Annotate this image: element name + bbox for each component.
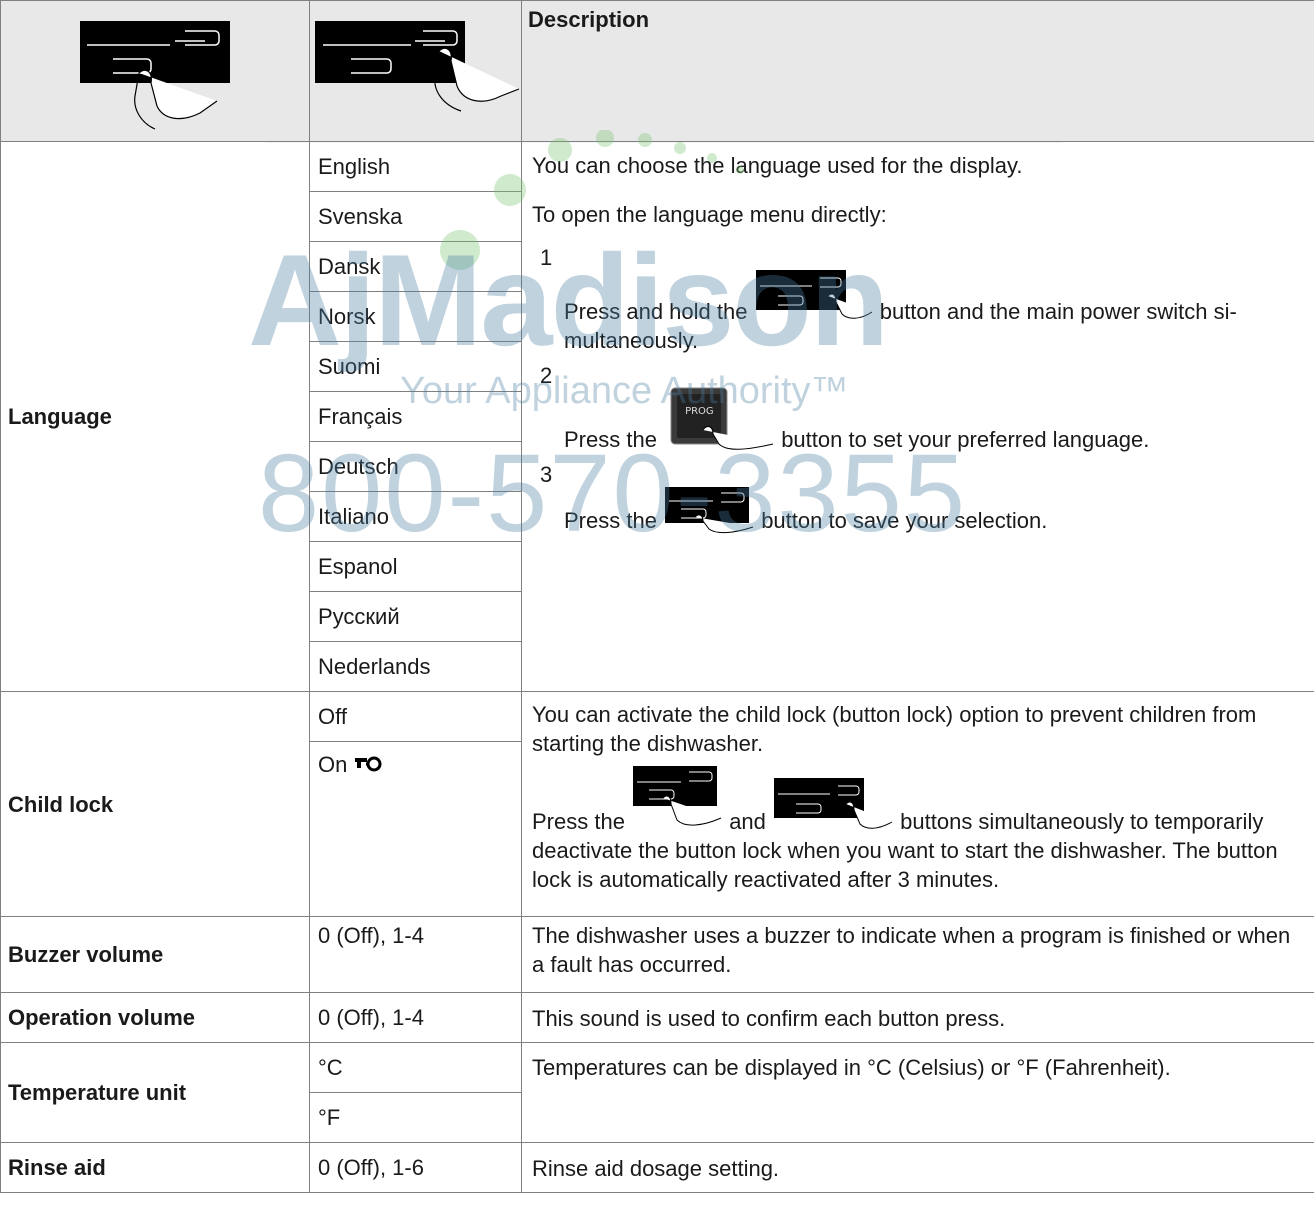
child-lock-description: You can activate the child lock (button … (521, 691, 1314, 917)
touch-right-button-icon (774, 778, 893, 829)
rinse-label: Rinse aid (0, 1142, 310, 1193)
child-lock-option-off: Off (309, 691, 522, 742)
option-text: On (318, 752, 348, 777)
settings-table: Description Language English You can cho… (0, 0, 1314, 1193)
language-option: Русский (309, 591, 522, 642)
step-text: button to save your selection. (761, 508, 1048, 533)
header-left-button-image (0, 0, 310, 142)
language-option: Suomi (309, 341, 522, 392)
rinse-description: Rinse aid dosage setting. (521, 1142, 1314, 1193)
operation-label: Operation volume (0, 992, 310, 1043)
language-step-1: 1 Press and hold the button and the main… (532, 243, 1306, 355)
desc-text: Press the (532, 809, 625, 834)
language-description: You can choose the language used for the… (521, 141, 1314, 692)
language-label: Language (0, 141, 310, 692)
prog-button-icon: PROG (663, 386, 775, 454)
language-option: Norsk (309, 291, 522, 342)
touch-right-button-icon (314, 21, 519, 112)
language-option: Nederlands (309, 641, 522, 692)
prog-label: PROG (685, 406, 714, 417)
language-option: Dansk (309, 241, 522, 292)
step-text: Press the (564, 508, 657, 533)
language-step-2: 2 Press the PROG button to set your pref… (532, 361, 1306, 454)
language-option: English (309, 141, 522, 192)
language-option: Italiano (309, 491, 522, 542)
temperature-option-c: °C (309, 1042, 522, 1093)
description-header: Description (521, 0, 1314, 142)
language-option: Français (309, 391, 522, 442)
operation-option: 0 (Off), 1-4 (309, 992, 522, 1043)
language-desc-line1: You can choose the language used for the… (532, 153, 1023, 178)
language-option: Espanol (309, 541, 522, 592)
step-text: button to set your preferred language. (781, 427, 1150, 452)
touch-right-button-icon (755, 270, 872, 319)
touch-left-button-icon (80, 21, 230, 130)
rinse-option: 0 (Off), 1-6 (309, 1142, 522, 1193)
language-desc-line2: To open the language menu directly: (532, 202, 887, 227)
language-option: Deutsch (309, 441, 522, 492)
child-lock-option-on: On (309, 741, 522, 917)
header-right-button-image (309, 0, 522, 142)
temperature-description: Temperatures can be displayed in °C (Cel… (521, 1042, 1314, 1143)
buzzer-label: Buzzer volume (0, 916, 310, 993)
child-lock-label: Child lock (0, 691, 310, 917)
touch-left-button-icon (633, 766, 722, 826)
step-text: Press the (564, 427, 657, 452)
temperature-label: Temperature unit (0, 1042, 310, 1143)
child-lock-desc-1: You can activate the child lock (button … (532, 702, 1257, 756)
touch-left-button-icon (665, 487, 754, 534)
language-option: Svenska (309, 191, 522, 242)
temperature-option-f: °F (309, 1092, 522, 1143)
step-text: Press and hold the (564, 299, 748, 324)
buzzer-description: The dishwasher uses a buzzer to indicate… (521, 916, 1314, 993)
language-step-3: 3 Press the button to save your selectio… (532, 460, 1306, 535)
buzzer-option: 0 (Off), 1-4 (309, 916, 522, 993)
key-icon (355, 756, 382, 772)
operation-description: This sound is used to confirm each butto… (521, 992, 1314, 1043)
desc-text: and (729, 809, 766, 834)
